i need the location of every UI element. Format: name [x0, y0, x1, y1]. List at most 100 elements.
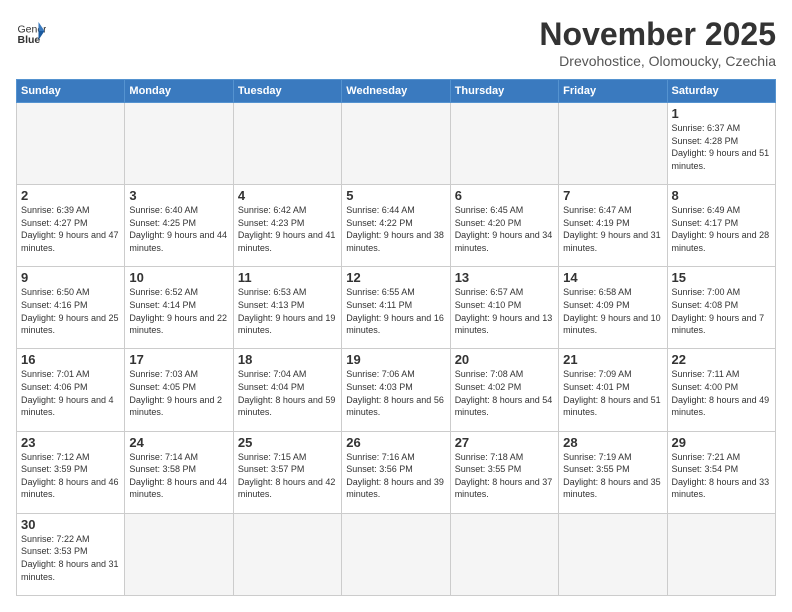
day-number: 18: [238, 352, 337, 367]
calendar-week-row: 9Sunrise: 6:50 AM Sunset: 4:16 PM Daylig…: [17, 267, 776, 349]
day-number: 22: [672, 352, 771, 367]
day-info: Sunrise: 6:45 AM Sunset: 4:20 PM Dayligh…: [455, 204, 554, 254]
title-section: November 2025 Drevohostice, Olomoucky, C…: [539, 16, 776, 69]
table-row: [125, 103, 233, 185]
table-row: [559, 103, 667, 185]
day-number: 10: [129, 270, 228, 285]
day-number: 2: [21, 188, 120, 203]
location: Drevohostice, Olomoucky, Czechia: [539, 53, 776, 69]
day-number: 4: [238, 188, 337, 203]
col-sunday: Sunday: [17, 80, 125, 103]
day-info: Sunrise: 6:39 AM Sunset: 4:27 PM Dayligh…: [21, 204, 120, 254]
calendar-week-row: 16Sunrise: 7:01 AM Sunset: 4:06 PM Dayli…: [17, 349, 776, 431]
day-number: 17: [129, 352, 228, 367]
day-info: Sunrise: 6:37 AM Sunset: 4:28 PM Dayligh…: [672, 122, 771, 172]
table-row: 11Sunrise: 6:53 AM Sunset: 4:13 PM Dayli…: [233, 267, 341, 349]
table-row: 9Sunrise: 6:50 AM Sunset: 4:16 PM Daylig…: [17, 267, 125, 349]
day-info: Sunrise: 6:57 AM Sunset: 4:10 PM Dayligh…: [455, 286, 554, 336]
day-info: Sunrise: 7:14 AM Sunset: 3:58 PM Dayligh…: [129, 451, 228, 501]
day-info: Sunrise: 7:01 AM Sunset: 4:06 PM Dayligh…: [21, 368, 120, 418]
day-info: Sunrise: 6:55 AM Sunset: 4:11 PM Dayligh…: [346, 286, 445, 336]
calendar-table: Sunday Monday Tuesday Wednesday Thursday…: [16, 79, 776, 596]
day-info: Sunrise: 7:16 AM Sunset: 3:56 PM Dayligh…: [346, 451, 445, 501]
day-info: Sunrise: 6:53 AM Sunset: 4:13 PM Dayligh…: [238, 286, 337, 336]
day-number: 16: [21, 352, 120, 367]
calendar-week-row: 30Sunrise: 7:22 AM Sunset: 3:53 PM Dayli…: [17, 513, 776, 595]
day-number: 24: [129, 435, 228, 450]
day-number: 13: [455, 270, 554, 285]
day-number: 21: [563, 352, 662, 367]
table-row: 15Sunrise: 7:00 AM Sunset: 4:08 PM Dayli…: [667, 267, 775, 349]
table-row: 24Sunrise: 7:14 AM Sunset: 3:58 PM Dayli…: [125, 431, 233, 513]
day-info: Sunrise: 7:18 AM Sunset: 3:55 PM Dayligh…: [455, 451, 554, 501]
table-row: 14Sunrise: 6:58 AM Sunset: 4:09 PM Dayli…: [559, 267, 667, 349]
page: General Blue November 2025 Drevohostice,…: [0, 0, 792, 612]
day-number: 1: [672, 106, 771, 121]
day-info: Sunrise: 7:04 AM Sunset: 4:04 PM Dayligh…: [238, 368, 337, 418]
table-row: [342, 513, 450, 595]
table-row: 16Sunrise: 7:01 AM Sunset: 4:06 PM Dayli…: [17, 349, 125, 431]
day-number: 19: [346, 352, 445, 367]
day-number: 27: [455, 435, 554, 450]
day-number: 5: [346, 188, 445, 203]
calendar-week-row: 23Sunrise: 7:12 AM Sunset: 3:59 PM Dayli…: [17, 431, 776, 513]
table-row: [342, 103, 450, 185]
calendar-week-row: 2Sunrise: 6:39 AM Sunset: 4:27 PM Daylig…: [17, 185, 776, 267]
table-row: [17, 103, 125, 185]
table-row: 20Sunrise: 7:08 AM Sunset: 4:02 PM Dayli…: [450, 349, 558, 431]
day-info: Sunrise: 7:21 AM Sunset: 3:54 PM Dayligh…: [672, 451, 771, 501]
table-row: 29Sunrise: 7:21 AM Sunset: 3:54 PM Dayli…: [667, 431, 775, 513]
day-number: 9: [21, 270, 120, 285]
table-row: 5Sunrise: 6:44 AM Sunset: 4:22 PM Daylig…: [342, 185, 450, 267]
col-tuesday: Tuesday: [233, 80, 341, 103]
day-number: 3: [129, 188, 228, 203]
day-info: Sunrise: 6:49 AM Sunset: 4:17 PM Dayligh…: [672, 204, 771, 254]
day-number: 15: [672, 270, 771, 285]
table-row: 6Sunrise: 6:45 AM Sunset: 4:20 PM Daylig…: [450, 185, 558, 267]
day-info: Sunrise: 6:52 AM Sunset: 4:14 PM Dayligh…: [129, 286, 228, 336]
day-info: Sunrise: 7:22 AM Sunset: 3:53 PM Dayligh…: [21, 533, 120, 583]
day-info: Sunrise: 7:08 AM Sunset: 4:02 PM Dayligh…: [455, 368, 554, 418]
col-monday: Monday: [125, 80, 233, 103]
day-number: 6: [455, 188, 554, 203]
table-row: 18Sunrise: 7:04 AM Sunset: 4:04 PM Dayli…: [233, 349, 341, 431]
table-row: 8Sunrise: 6:49 AM Sunset: 4:17 PM Daylig…: [667, 185, 775, 267]
table-row: 27Sunrise: 7:18 AM Sunset: 3:55 PM Dayli…: [450, 431, 558, 513]
day-info: Sunrise: 7:15 AM Sunset: 3:57 PM Dayligh…: [238, 451, 337, 501]
day-info: Sunrise: 7:19 AM Sunset: 3:55 PM Dayligh…: [563, 451, 662, 501]
day-info: Sunrise: 6:44 AM Sunset: 4:22 PM Dayligh…: [346, 204, 445, 254]
day-info: Sunrise: 6:40 AM Sunset: 4:25 PM Dayligh…: [129, 204, 228, 254]
day-info: Sunrise: 7:12 AM Sunset: 3:59 PM Dayligh…: [21, 451, 120, 501]
col-thursday: Thursday: [450, 80, 558, 103]
table-row: 1Sunrise: 6:37 AM Sunset: 4:28 PM Daylig…: [667, 103, 775, 185]
table-row: [559, 513, 667, 595]
table-row: 30Sunrise: 7:22 AM Sunset: 3:53 PM Dayli…: [17, 513, 125, 595]
col-wednesday: Wednesday: [342, 80, 450, 103]
day-number: 14: [563, 270, 662, 285]
table-row: 3Sunrise: 6:40 AM Sunset: 4:25 PM Daylig…: [125, 185, 233, 267]
day-info: Sunrise: 6:42 AM Sunset: 4:23 PM Dayligh…: [238, 204, 337, 254]
day-number: 30: [21, 517, 120, 532]
col-saturday: Saturday: [667, 80, 775, 103]
table-row: 23Sunrise: 7:12 AM Sunset: 3:59 PM Dayli…: [17, 431, 125, 513]
day-number: 8: [672, 188, 771, 203]
table-row: [667, 513, 775, 595]
svg-text:Blue: Blue: [18, 34, 41, 46]
day-number: 20: [455, 352, 554, 367]
day-number: 12: [346, 270, 445, 285]
calendar-week-row: 1Sunrise: 6:37 AM Sunset: 4:28 PM Daylig…: [17, 103, 776, 185]
table-row: 22Sunrise: 7:11 AM Sunset: 4:00 PM Dayli…: [667, 349, 775, 431]
header: General Blue November 2025 Drevohostice,…: [16, 16, 776, 69]
table-row: 4Sunrise: 6:42 AM Sunset: 4:23 PM Daylig…: [233, 185, 341, 267]
day-number: 25: [238, 435, 337, 450]
month-title: November 2025: [539, 16, 776, 53]
day-info: Sunrise: 6:47 AM Sunset: 4:19 PM Dayligh…: [563, 204, 662, 254]
table-row: [450, 513, 558, 595]
day-number: 28: [563, 435, 662, 450]
table-row: 25Sunrise: 7:15 AM Sunset: 3:57 PM Dayli…: [233, 431, 341, 513]
day-number: 26: [346, 435, 445, 450]
day-info: Sunrise: 7:00 AM Sunset: 4:08 PM Dayligh…: [672, 286, 771, 336]
table-row: 12Sunrise: 6:55 AM Sunset: 4:11 PM Dayli…: [342, 267, 450, 349]
day-info: Sunrise: 6:58 AM Sunset: 4:09 PM Dayligh…: [563, 286, 662, 336]
calendar-header-row: Sunday Monday Tuesday Wednesday Thursday…: [17, 80, 776, 103]
